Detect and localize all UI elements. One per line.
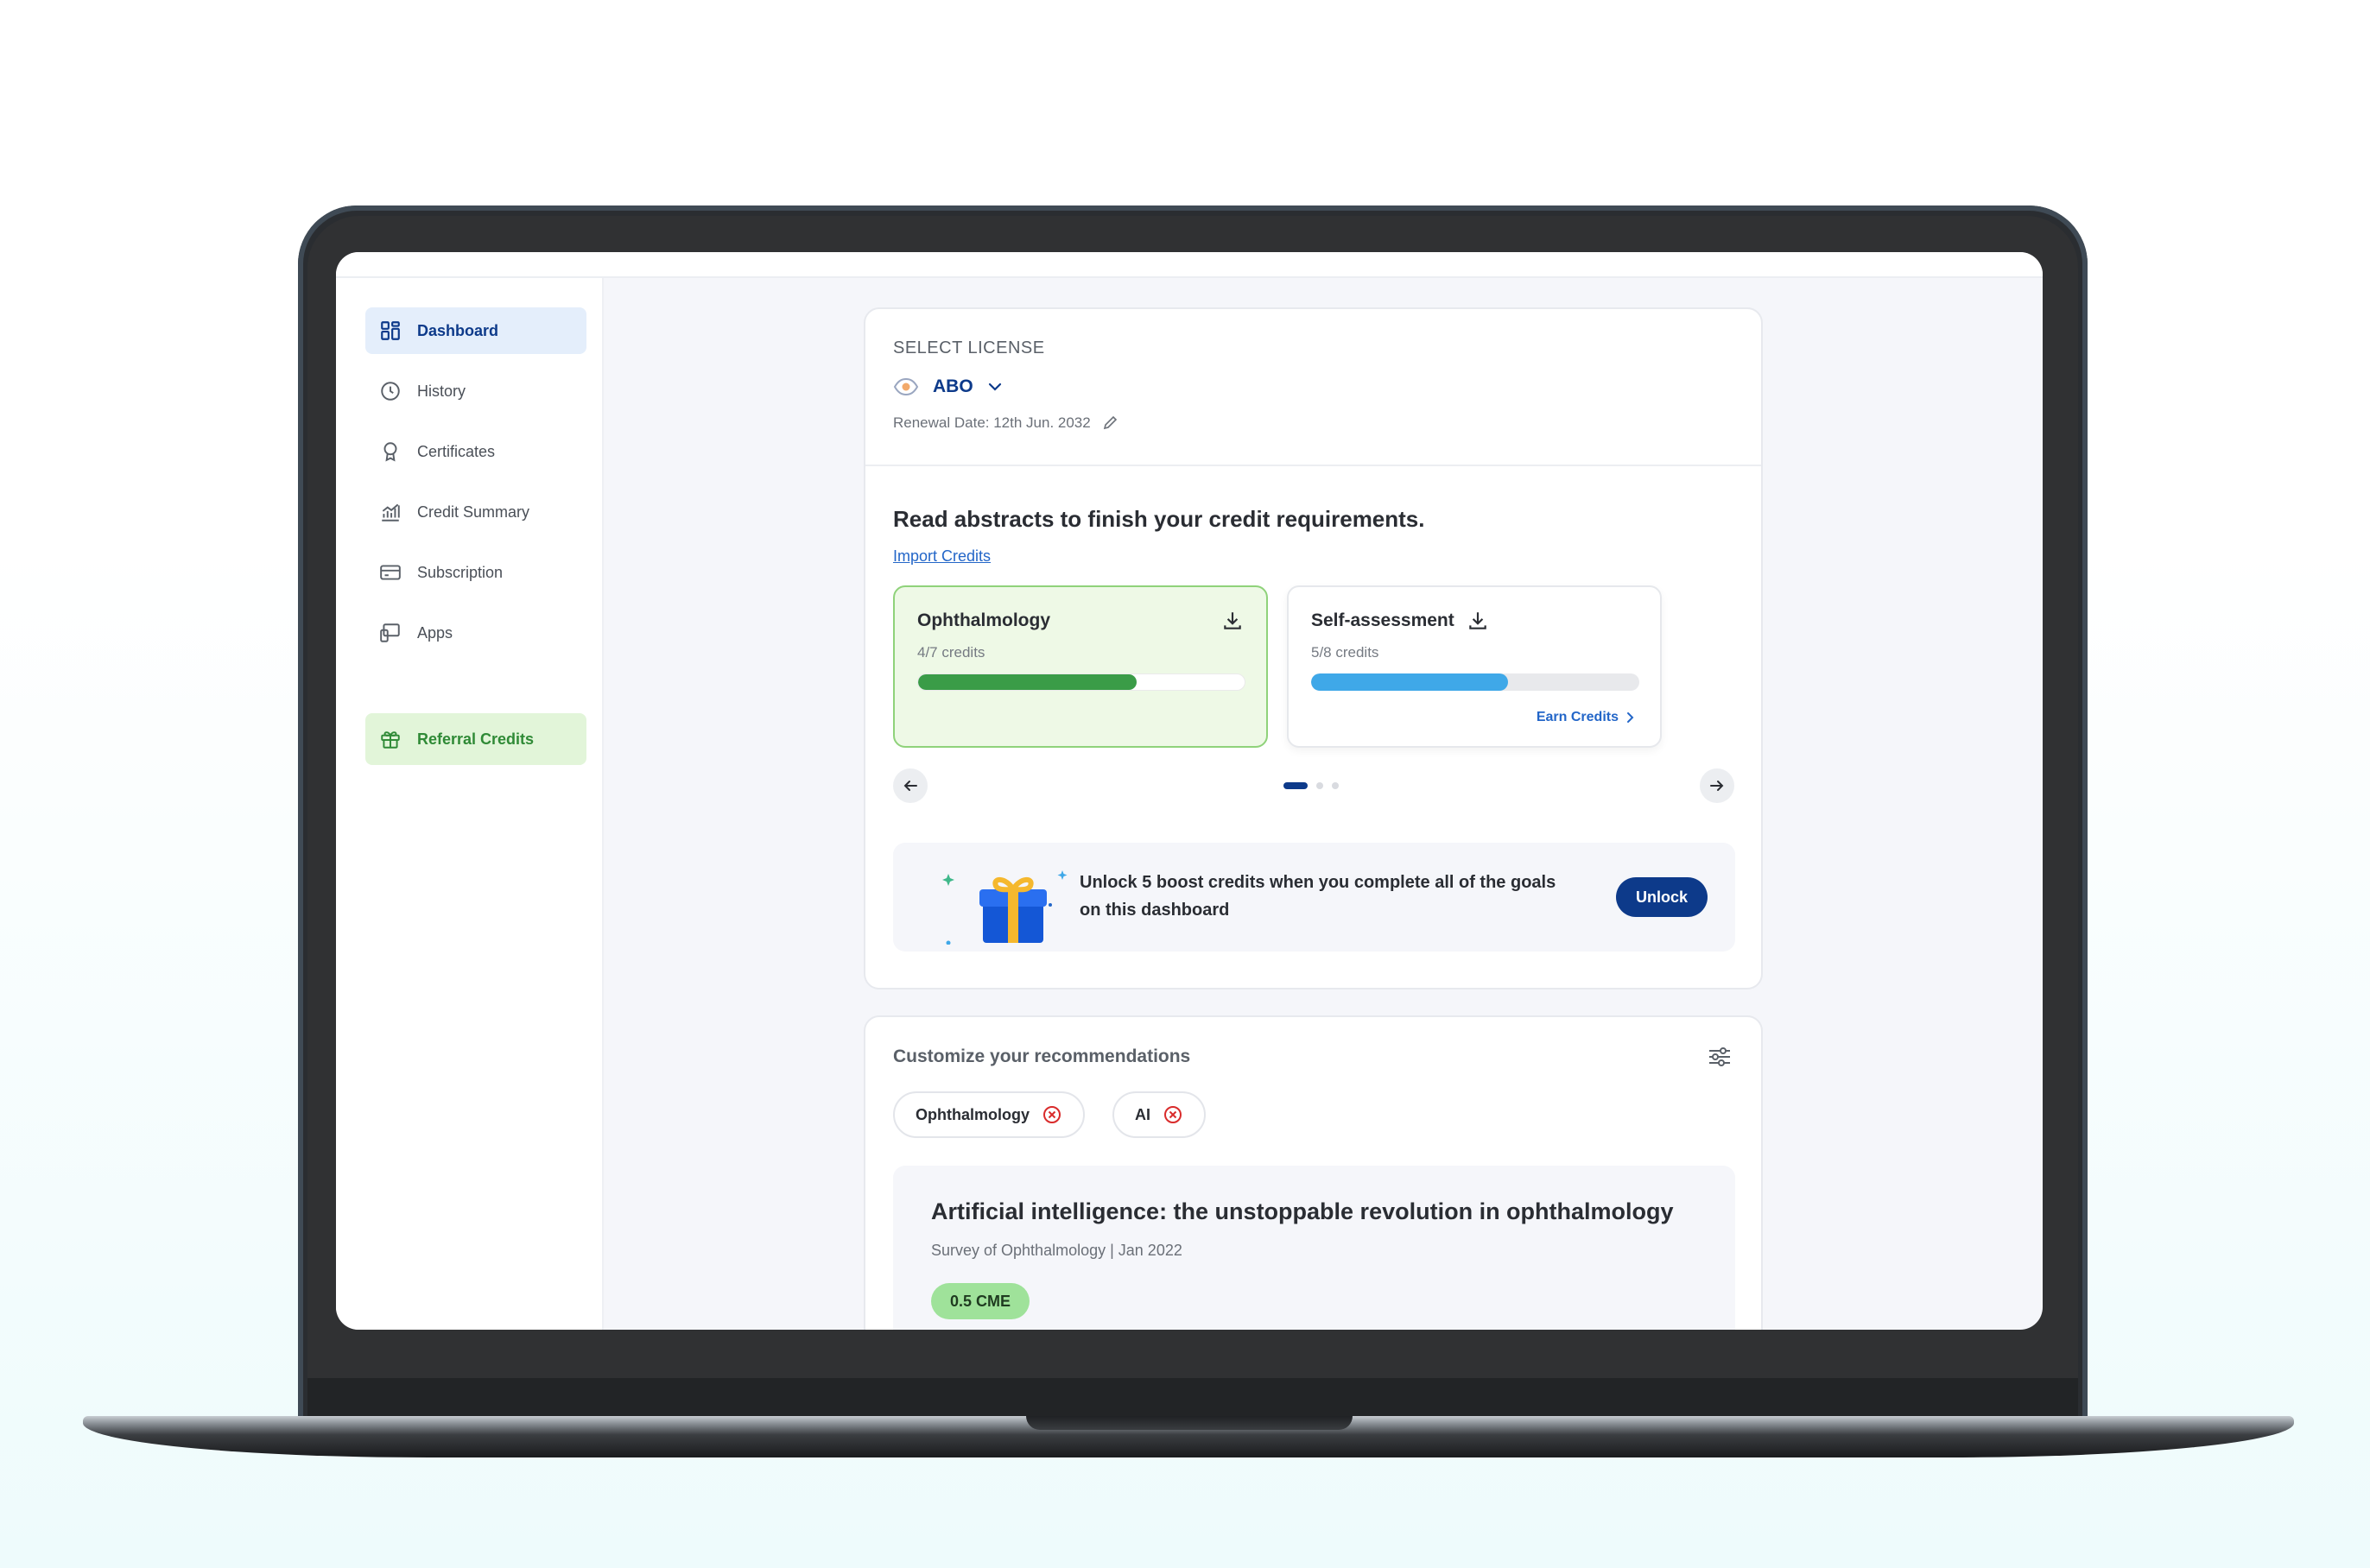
bar-chart-icon — [382, 503, 400, 522]
chevron-down-icon — [988, 383, 1001, 391]
app-screen: Dashboard History Certificates Credit Su… — [336, 252, 2043, 1330]
unlock-button[interactable]: Unlock — [1616, 877, 1708, 917]
sidebar-item-label: Credit Summary — [417, 503, 530, 521]
arrow-right-icon — [1710, 781, 1724, 791]
progress-fill — [1311, 673, 1508, 691]
article-title: Artificial intelligence: the unstoppable… — [931, 1198, 1674, 1224]
credit-card-self-assessment[interactable]: Self-assessment 5/8 credits Earn Credits — [1287, 585, 1662, 748]
select-license-label: SELECT LICENSE — [893, 338, 1045, 357]
recommendations-title: Customize your recommendations — [893, 1046, 1191, 1066]
sidebar-item-label: Dashboard — [417, 321, 499, 339]
pencil-icon[interactable] — [1101, 414, 1118, 432]
gift-icon — [381, 731, 400, 749]
sidebar: Dashboard History Certificates Credit Su… — [336, 278, 604, 1330]
sidebar-item-apps[interactable]: Apps — [365, 610, 586, 656]
cme-badge: 0.5 CME — [931, 1283, 1030, 1319]
sidebar-item-dashboard[interactable]: Dashboard — [365, 307, 586, 354]
sidebar-item-label: Referral Credits — [417, 730, 535, 748]
recommendations-card: Customize your recommendations Ophthalmo… — [864, 1015, 1763, 1330]
carousel-prev-button[interactable] — [893, 768, 928, 803]
remove-circle-icon[interactable] — [1163, 1104, 1183, 1125]
sidebar-item-label: Subscription — [417, 563, 504, 581]
progress-bar — [917, 673, 1245, 691]
sidebar-item-credit-summary[interactable]: Credit Summary — [365, 489, 586, 535]
sidebar-item-label: History — [417, 382, 466, 400]
progress-fill — [918, 674, 1137, 690]
divider — [865, 465, 1761, 466]
top-bar — [336, 252, 2043, 278]
carousel-dot[interactable] — [1283, 782, 1308, 789]
carousel-dots — [1283, 782, 1339, 789]
article-card[interactable]: Artificial intelligence: the unstoppable… — [893, 1166, 1735, 1330]
filter-chip-label: Ophthalmology — [916, 1105, 1030, 1123]
sidebar-item-referral-credits[interactable]: Referral Credits — [365, 713, 586, 765]
renewal-date-text: Renewal Date: 12th Jun. 2032 — [893, 414, 1091, 431]
gift-box-icon — [942, 870, 1068, 945]
license-name: ABO — [933, 376, 973, 396]
dashboard-icon — [381, 321, 400, 340]
arrow-left-icon — [903, 781, 917, 791]
import-credits-link[interactable]: Import Credits — [893, 547, 991, 566]
award-icon — [383, 442, 397, 462]
filter-chip[interactable]: AI — [1112, 1091, 1206, 1138]
article-meta: Survey of Ophthalmology | Jan 2022 — [931, 1242, 1182, 1259]
filter-chip-label: AI — [1135, 1105, 1150, 1123]
remove-circle-icon[interactable] — [1042, 1104, 1062, 1125]
earn-credits-link[interactable]: Earn Credits — [1537, 710, 1634, 725]
boost-banner: Unlock 5 boost credits when you complete… — [893, 843, 1735, 952]
credit-card-subtitle: 5/8 credits — [1311, 644, 1379, 661]
earn-credits-label: Earn Credits — [1536, 710, 1619, 724]
download-icon[interactable] — [1221, 610, 1244, 632]
sidebar-item-label: Apps — [417, 623, 453, 642]
carousel-dot[interactable] — [1332, 782, 1339, 789]
sidebar-item-history[interactable]: History — [365, 368, 586, 414]
chevron-right-icon — [1627, 712, 1634, 723]
eye-icon — [893, 377, 919, 396]
sliders-icon[interactable] — [1706, 1043, 1733, 1071]
renewal-date: Renewal Date: 12th Jun. 2032 — [893, 414, 1118, 432]
sidebar-item-label: Certificates — [417, 442, 496, 460]
progress-bar — [1311, 673, 1639, 691]
credit-card-subtitle: 4/7 credits — [917, 644, 985, 661]
boost-text: Unlock 5 boost credits when you complete… — [1080, 873, 1556, 920]
license-selector[interactable]: ABO — [893, 376, 1003, 397]
sidebar-item-subscription[interactable]: Subscription — [365, 549, 586, 596]
carousel-dot[interactable] — [1316, 782, 1323, 789]
carousel-next-button[interactable] — [1700, 768, 1734, 803]
laptop-notch — [1026, 1416, 1353, 1430]
filter-chip[interactable]: Ophthalmology — [893, 1091, 1085, 1138]
clock-icon — [381, 382, 400, 401]
devices-icon — [380, 623, 400, 642]
credit-card-title: Self-assessment — [1311, 610, 1454, 630]
license-credits-card: SELECT LICENSE ABO Renewal Date: 12th Ju… — [864, 307, 1763, 989]
credit-card-title: Ophthalmology — [917, 610, 1050, 630]
sidebar-item-certificates[interactable]: Certificates — [365, 428, 586, 475]
credits-headline: Read abstracts to finish your credit req… — [893, 506, 1425, 532]
credit-card-icon — [380, 565, 401, 580]
download-icon[interactable] — [1467, 610, 1489, 632]
credit-card-ophthalmology[interactable]: Ophthalmology 4/7 credits — [893, 585, 1268, 748]
